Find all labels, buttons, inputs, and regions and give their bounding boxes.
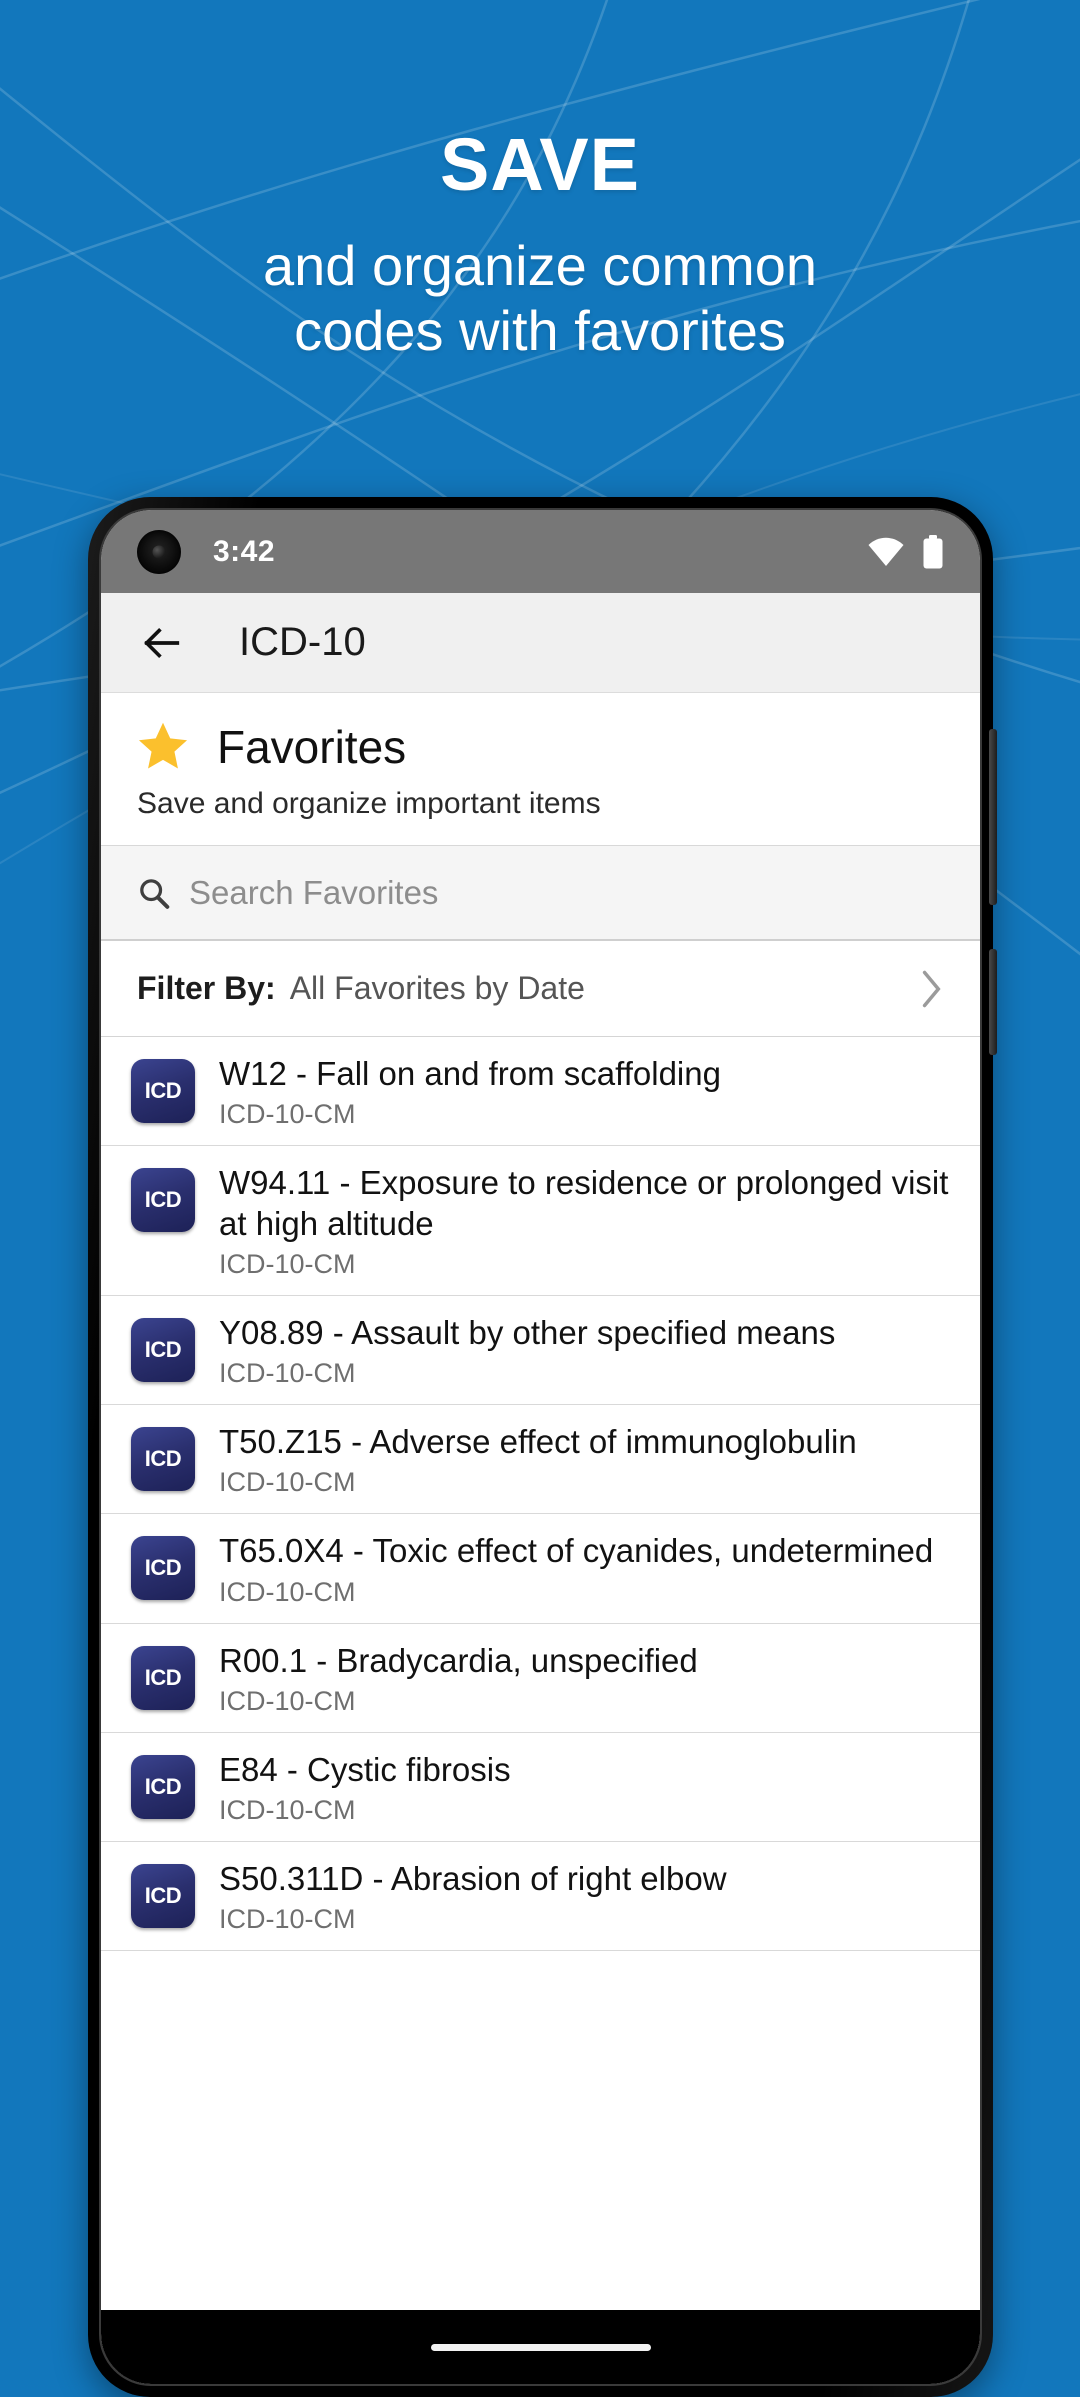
icd-badge-label: ICD: [144, 1883, 182, 1908]
phone-screen: 3:42 ICD-10 Favorites Save and organize …: [101, 510, 980, 2384]
app-bar: ICD-10: [101, 593, 980, 693]
icd-badge-icon: ICD: [131, 1317, 195, 1382]
list-item-title: R00.1 - Bradycardia, unspecified: [219, 1641, 698, 1679]
list-item-subtitle: ICD-10-CM: [219, 1248, 356, 1279]
list-item[interactable]: ICD E84 - Cystic fibrosis ICD-10-CM: [101, 1732, 980, 1842]
list-item[interactable]: ICD Y08.89 - Assault by other specified …: [101, 1295, 980, 1405]
icd-badge-icon: ICD: [131, 1645, 195, 1710]
list-item-subtitle: ICD-10-CM: [219, 1685, 356, 1716]
promo-subtitle-line-2: codes with favorites: [294, 298, 786, 362]
icd-badge-label: ICD: [144, 1336, 182, 1362]
phone-bezel: 3:42 ICD-10 Favorites Save and organize …: [99, 508, 982, 2386]
list-item[interactable]: ICD W94.11 - Exposure to residence or pr…: [101, 1146, 980, 1296]
search-bar[interactable]: [101, 846, 980, 941]
star-icon: [138, 722, 188, 769]
list-item-title: W94.11 - Exposure to residence or prolon…: [219, 1164, 949, 1242]
gesture-navigation-bar: [101, 2310, 980, 2384]
list-item-title: T65.0X4 - Toxic effect of cyanides, unde…: [219, 1532, 934, 1570]
chevron-right-icon[interactable]: [918, 967, 944, 1011]
favorites-title: Favorites: [217, 721, 407, 773]
list-item-title: T50.Z15 - Adverse effect of immunoglobul…: [219, 1423, 857, 1460]
list-item-title: Y08.89 - Assault by other specified mean…: [219, 1313, 836, 1351]
icd-badge-label: ICD: [144, 1664, 182, 1690]
volume-button[interactable]: [989, 729, 997, 905]
status-time: 3:42: [213, 534, 276, 568]
status-bar: 3:42: [101, 510, 980, 593]
icd-badge-icon: ICD: [131, 1536, 195, 1601]
icd-badge-icon: ICD: [131, 1864, 195, 1928]
list-item[interactable]: ICD W12 - Fall on and from scaffolding I…: [101, 1037, 980, 1147]
list-item-subtitle: ICD-10-CM: [219, 1904, 356, 1935]
search-input[interactable]: [189, 846, 944, 939]
list-item[interactable]: ICD R00.1 - Bradycardia, unspecified ICD…: [101, 1623, 980, 1733]
icd-badge-label: ICD: [144, 1773, 182, 1799]
wifi-icon: [868, 537, 904, 566]
home-gesture-pill[interactable]: [430, 2343, 651, 2351]
favorites-list: ICD W12 - Fall on and from scaffolding I…: [101, 1037, 980, 2310]
icd-badge-icon: ICD: [131, 1059, 195, 1123]
battery-full-icon: [923, 534, 943, 568]
favorites-subtitle: Save and organize important items: [137, 787, 601, 820]
back-arrow-icon[interactable]: [139, 620, 185, 666]
front-camera-punch-hole: [137, 529, 181, 574]
list-item[interactable]: ICD S50.311D - Abrasion of right elbow I…: [101, 1842, 980, 1952]
icd-badge-icon: ICD: [131, 1168, 195, 1233]
power-button[interactable]: [989, 949, 997, 1055]
icd-badge-icon: ICD: [131, 1427, 195, 1491]
promo-title: SAVE: [439, 123, 641, 206]
filter-by-label: Filter By:: [137, 970, 276, 1006]
list-item[interactable]: ICD T65.0X4 - Toxic effect of cyanides, …: [101, 1514, 980, 1624]
icd-badge-label: ICD: [144, 1187, 182, 1213]
favorites-header: Favorites Save and organize important it…: [101, 693, 980, 846]
status-icons-group: [867, 534, 944, 569]
list-item-title: S50.311D - Abrasion of right elbow: [219, 1860, 727, 1897]
phone-device-frame: 3:42 ICD-10 Favorites Save and organize …: [88, 497, 997, 2397]
icd-badge-icon: ICD: [131, 1754, 195, 1819]
list-item-title: W12 - Fall on and from scaffolding: [219, 1055, 721, 1092]
list-item[interactable]: ICD T50.Z15 - Adverse effect of immunogl…: [101, 1405, 980, 1515]
search-icon: [140, 878, 170, 909]
filter-by-value: All Favorites by Date: [289, 970, 585, 1006]
list-item-subtitle: ICD-10-CM: [219, 1576, 356, 1607]
list-item-subtitle: ICD-10-CM: [219, 1099, 356, 1130]
icd-badge-label: ICD: [144, 1078, 182, 1103]
filter-by-row[interactable]: Filter By: All Favorites by Date: [101, 941, 980, 1037]
list-item-subtitle: ICD-10-CM: [219, 1467, 356, 1498]
list-item-subtitle: ICD-10-CM: [219, 1795, 356, 1825]
list-item-title: E84 - Cystic fibrosis: [219, 1750, 511, 1788]
icd-badge-label: ICD: [144, 1555, 182, 1581]
promo-subtitle-line-1: and organize common: [262, 234, 818, 297]
page-title: ICD-10: [239, 620, 366, 664]
promo-text-block: SAVE and organize common codes with favo…: [0, 0, 1080, 364]
icd-badge-label: ICD: [144, 1446, 182, 1471]
list-item-subtitle: ICD-10-CM: [219, 1358, 356, 1388]
